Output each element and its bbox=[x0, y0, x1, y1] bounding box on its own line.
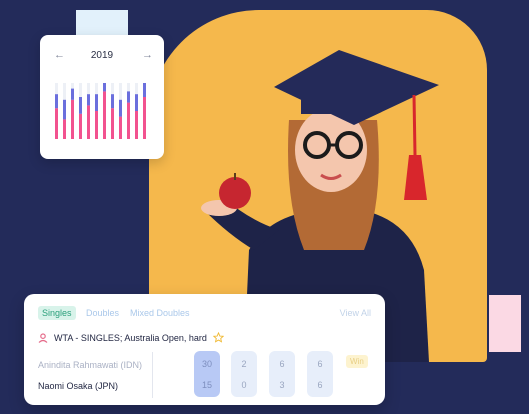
scorecard: Singles Doubles Mixed Doubles View All W… bbox=[24, 294, 385, 405]
set-2-bottom: 0 bbox=[241, 380, 247, 390]
event-title: WTA - SINGLES; Australia Open, hard bbox=[38, 332, 224, 343]
player-one: Anindita Rahmawati (IDN) bbox=[38, 360, 143, 370]
bar-pink bbox=[143, 97, 146, 139]
bar-pink bbox=[119, 116, 122, 139]
set-3-bottom: 3 bbox=[279, 380, 285, 390]
decorative-blue-block bbox=[76, 10, 128, 38]
bar-blue bbox=[79, 97, 82, 114]
bar-pink bbox=[87, 105, 90, 139]
set-1-bottom: 15 bbox=[201, 380, 212, 390]
bar-pink bbox=[103, 91, 106, 139]
calendar-header: ← 2019 → bbox=[40, 49, 164, 65]
bar-blue bbox=[127, 91, 130, 103]
set-4-top: 6 bbox=[317, 359, 323, 369]
set-score-1: 30 15 bbox=[194, 351, 220, 397]
bar-blue bbox=[71, 88, 74, 100]
tab-singles[interactable]: Singles bbox=[38, 306, 76, 320]
calendar-widget: ← 2019 → bbox=[40, 35, 164, 159]
user-icon bbox=[38, 332, 48, 343]
next-arrow-icon[interactable]: → bbox=[142, 49, 153, 61]
bar-blue bbox=[119, 99, 122, 117]
score-divider bbox=[152, 352, 153, 398]
set-4-bottom: 6 bbox=[317, 380, 323, 390]
calendar-bars bbox=[55, 83, 146, 139]
bar-blue bbox=[63, 99, 66, 120]
bar-pink bbox=[79, 113, 82, 139]
bar-blue bbox=[143, 83, 146, 97]
set-score-2: 2 0 bbox=[231, 351, 257, 397]
bar-pink bbox=[127, 102, 130, 139]
bar-blue bbox=[87, 94, 90, 106]
set-score-3: 6 3 bbox=[269, 351, 295, 397]
event-name: WTA - SINGLES; Australia Open, hard bbox=[54, 332, 207, 343]
star-icon[interactable] bbox=[212, 332, 224, 343]
bar-pink bbox=[135, 111, 138, 139]
bar-pink bbox=[71, 99, 74, 139]
player-two: Naomi Osaka (JPN) bbox=[38, 381, 119, 391]
tab-mixed-doubles[interactable]: Mixed Doubles bbox=[130, 308, 190, 318]
set-3-top: 6 bbox=[279, 359, 285, 369]
bar-blue bbox=[103, 83, 106, 92]
winner-badge: Win bbox=[346, 355, 368, 368]
set-score-4: 6 6 bbox=[307, 351, 333, 397]
bar-pink bbox=[111, 108, 114, 139]
set-2-top: 2 bbox=[241, 359, 247, 369]
bar-blue bbox=[111, 94, 114, 109]
bar-blue bbox=[135, 94, 138, 111]
view-all-link[interactable]: View All bbox=[340, 308, 371, 318]
bar-pink bbox=[55, 108, 58, 139]
decorative-pink-block bbox=[489, 295, 521, 352]
bar-blue bbox=[55, 94, 58, 109]
bar-blue bbox=[95, 94, 98, 111]
bar-pink bbox=[95, 111, 98, 139]
tab-doubles[interactable]: Doubles bbox=[86, 308, 119, 318]
bar-pink bbox=[63, 119, 66, 139]
set-1-top: 30 bbox=[201, 359, 212, 369]
